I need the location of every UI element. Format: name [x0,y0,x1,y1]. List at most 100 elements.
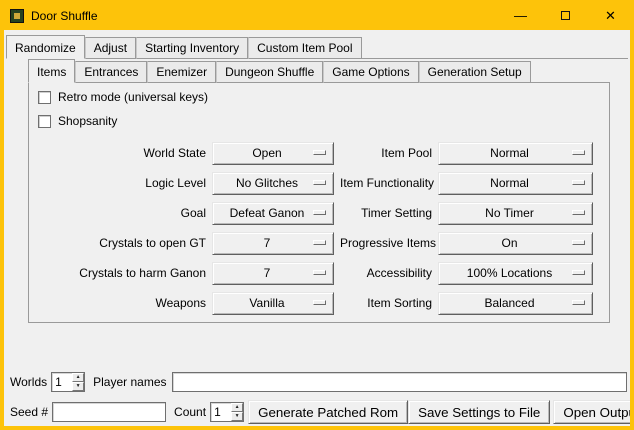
option-row: Crystals to open GT 7 Progressive Items … [29,228,609,258]
close-icon: ✕ [605,8,616,24]
tab-enemizer[interactable]: Enemizer [147,61,216,83]
item-functionality-value: Normal [490,176,529,190]
goal-dropdown[interactable]: Defeat Ganon [212,202,334,225]
accessibility-value: 100% Locations [467,266,552,280]
save-settings-button[interactable]: Save Settings to File [408,400,550,424]
dropdown-indicator-icon [313,270,326,275]
count-input[interactable] [211,403,231,421]
item-functionality-dropdown[interactable]: Normal [438,172,593,195]
door-shuffle-window: Door Shuffle — ✕ Randomize Adjust Starti… [0,0,634,430]
worlds-row: Worlds ▲ ▼ Player names [10,370,627,394]
item-sorting-value: Balanced [484,296,534,310]
open-output-directory-button[interactable]: Open Output Directory [553,400,630,424]
spinner-up-icon[interactable]: ▲ [231,403,243,412]
timer-setting-value: No Timer [485,206,534,220]
timer-setting-dropdown[interactable]: No Timer [438,202,593,225]
seed-label: Seed # [10,405,48,419]
spinner-up-icon[interactable]: ▲ [72,373,84,382]
shopsanity-row: Shopsanity [29,109,609,133]
tab-generation-setup[interactable]: Generation Setup [419,61,531,83]
generate-patched-rom-button[interactable]: Generate Patched Rom [248,400,408,424]
tab-items[interactable]: Items [28,59,75,83]
progressive-items-value: On [501,236,517,250]
goal-value: Defeat Ganon [230,206,305,220]
titlebar: Door Shuffle — ✕ [1,1,633,30]
tab-custom-item-pool[interactable]: Custom Item Pool [248,37,361,59]
count-spinner-arrows: ▲ ▼ [231,403,243,421]
tab-entrances[interactable]: Entrances [75,61,147,83]
item-functionality-label: Item Functionality [340,176,432,190]
dropdown-indicator-icon [572,150,585,155]
items-pane: Retro mode (universal keys) Shopsanity W… [28,83,610,323]
dropdown-indicator-icon [313,240,326,245]
client-area: Randomize Adjust Starting Inventory Cust… [4,30,630,426]
shopsanity-label: Shopsanity [58,114,117,128]
spinner-down-icon[interactable]: ▼ [231,412,243,421]
seed-input[interactable] [52,402,166,422]
logic-level-label: Logic Level [30,176,206,190]
worlds-label: Worlds [10,375,47,389]
close-button[interactable]: ✕ [588,1,633,30]
dropdown-indicator-icon [572,210,585,215]
player-names-label: Player names [93,375,166,389]
logic-level-value: No Glitches [236,176,298,190]
seed-row: Seed # Count ▲ ▼ Generate Patched Rom Sa… [10,400,627,424]
primary-tab-bar: Randomize Adjust Starting Inventory Cust… [6,35,628,59]
progressive-items-dropdown[interactable]: On [438,232,593,255]
option-row: Crystals to harm Ganon 7 Accessibility 1… [29,258,609,288]
maximize-icon [561,11,570,20]
tab-dungeon-shuffle[interactable]: Dungeon Shuffle [216,61,323,83]
option-row: World State Open Item Pool Normal [29,138,609,168]
accessibility-dropdown[interactable]: 100% Locations [438,262,593,285]
item-sorting-label: Item Sorting [340,296,432,310]
world-state-dropdown[interactable]: Open [212,142,334,165]
app-icon [10,9,24,23]
worlds-input[interactable] [52,373,72,391]
timer-setting-label: Timer Setting [340,206,432,220]
world-state-label: World State [30,146,206,160]
weapons-dropdown[interactable]: Vanilla [212,292,334,315]
player-names-input[interactable] [172,372,628,392]
tab-starting-inventory[interactable]: Starting Inventory [136,37,248,59]
crystals-ganon-label: Crystals to harm Ganon [30,266,206,280]
item-pool-value: Normal [490,146,529,160]
dropdown-indicator-icon [313,150,326,155]
accessibility-label: Accessibility [340,266,432,280]
retro-mode-checkbox[interactable] [38,91,51,104]
worlds-spinner-arrows: ▲ ▼ [72,373,84,391]
dropdown-indicator-icon [572,300,585,305]
spinner-down-icon[interactable]: ▼ [72,382,84,391]
item-sorting-dropdown[interactable]: Balanced [438,292,593,315]
option-grid: World State Open Item Pool Normal Logic … [29,138,609,318]
worlds-spinner[interactable]: ▲ ▼ [51,372,85,392]
progressive-items-label: Progressive Items [340,236,432,250]
item-pool-dropdown[interactable]: Normal [438,142,593,165]
tab-game-options[interactable]: Game Options [323,61,418,83]
tab-adjust[interactable]: Adjust [85,37,136,59]
option-row: Logic Level No Glitches Item Functionali… [29,168,609,198]
crystals-ganon-dropdown[interactable]: 7 [212,262,334,285]
dropdown-indicator-icon [572,270,585,275]
goal-label: Goal [30,206,206,220]
dropdown-indicator-icon [572,180,585,185]
weapons-label: Weapons [30,296,206,310]
maximize-button[interactable] [543,1,588,30]
retro-mode-row: Retro mode (universal keys) [29,85,609,109]
count-spinner[interactable]: ▲ ▼ [210,402,244,422]
secondary-tab-bar: Items Entrances Enemizer Dungeon Shuffle… [28,59,610,83]
dropdown-indicator-icon [313,300,326,305]
crystals-gt-dropdown[interactable]: 7 [212,232,334,255]
item-pool-label: Item Pool [340,146,432,160]
shopsanity-checkbox[interactable] [38,115,51,128]
minimize-button[interactable]: — [498,1,543,30]
world-state-value: Open [252,146,281,160]
weapons-value: Vanilla [249,296,284,310]
crystals-gt-value: 7 [264,236,271,250]
option-row: Goal Defeat Ganon Timer Setting No Timer [29,198,609,228]
crystals-ganon-value: 7 [264,266,271,280]
option-row: Weapons Vanilla Item Sorting Balanced [29,288,609,318]
dropdown-indicator-icon [313,210,326,215]
logic-level-dropdown[interactable]: No Glitches [212,172,334,195]
dropdown-indicator-icon [313,180,326,185]
tab-randomize[interactable]: Randomize [6,35,85,59]
